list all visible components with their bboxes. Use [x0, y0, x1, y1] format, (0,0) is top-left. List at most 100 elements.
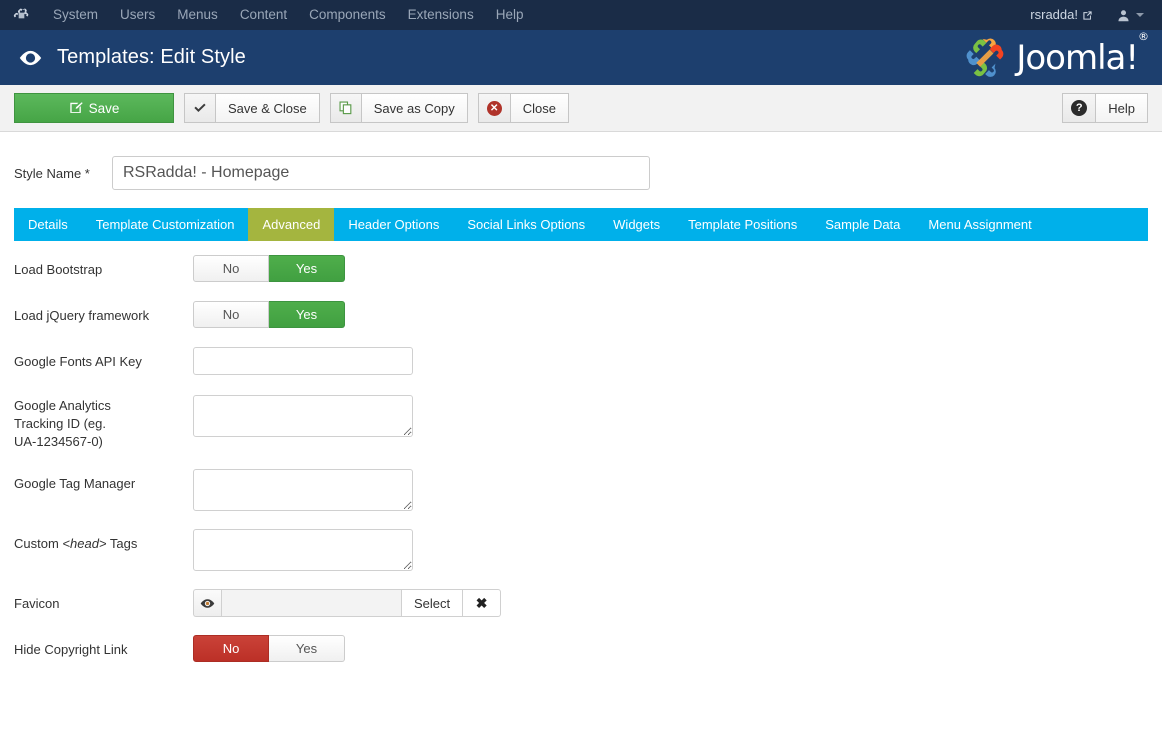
save-button[interactable]: Save	[14, 93, 174, 123]
load-bootstrap-option-no[interactable]: No	[193, 255, 269, 282]
tab-social-links-options[interactable]: Social Links Options	[453, 208, 599, 241]
user-icon	[1117, 9, 1130, 22]
favicon-select-button[interactable]: Select	[401, 589, 464, 617]
nav-item-system[interactable]: System	[42, 0, 109, 30]
tab-menu-assignment[interactable]: Menu Assignment	[914, 208, 1045, 241]
tab-template-customization[interactable]: Template Customization	[82, 208, 249, 241]
top-navigation-bar: System Users Menus Content Components Ex…	[0, 0, 1162, 30]
user-menu-button[interactable]	[1103, 9, 1150, 22]
help-icon-button[interactable]: ?	[1062, 93, 1097, 123]
load-bootstrap-option-yes[interactable]: Yes	[269, 255, 345, 282]
load-bootstrap-toggle: No Yes	[193, 255, 345, 282]
load-bootstrap-control: No Yes	[193, 255, 1148, 282]
save-copy-button-group: Save as Copy	[329, 93, 468, 123]
tab-advanced[interactable]: Advanced	[248, 208, 335, 241]
google-analytics-control	[193, 395, 1148, 437]
google-analytics-label: Google Analytics Tracking ID (eg. UA-123…	[14, 395, 193, 451]
joomla-wordmark: Joomla!®	[1016, 30, 1149, 78]
hide-copyright-link-toggle: No Yes	[193, 635, 345, 662]
google-fonts-api-key-control	[193, 347, 1148, 375]
chevron-down-icon	[1136, 13, 1144, 17]
hide-copyright-link-option-yes[interactable]: Yes	[269, 635, 345, 662]
custom-head-tags-label: Custom <head> Tags	[14, 529, 193, 553]
save-copy-icon-button[interactable]	[329, 93, 362, 123]
nav-item-help[interactable]: Help	[485, 0, 535, 30]
field-load-jquery: Load jQuery framework No Yes	[14, 301, 1148, 328]
google-analytics-label-line2: Tracking ID (eg.	[14, 416, 106, 431]
tab-header-options[interactable]: Header Options	[334, 208, 453, 241]
favicon-clear-button[interactable]: ✖	[463, 589, 502, 617]
tab-details[interactable]: Details	[14, 208, 82, 241]
close-button-group: ✕ Close	[477, 93, 569, 123]
field-custom-head-tags: Custom <head> Tags	[14, 529, 1148, 571]
save-button-group: Save	[14, 93, 174, 123]
joomla-logo: Joomla!®	[962, 30, 1149, 81]
google-analytics-label-line3: UA-1234567-0)	[14, 434, 103, 449]
field-load-bootstrap: Load Bootstrap No Yes	[14, 255, 1148, 282]
joomla-pinwheel-icon	[966, 37, 1004, 77]
load-jquery-option-no[interactable]: No	[193, 301, 269, 328]
custom-head-tags-label-suffix: Tags	[106, 536, 138, 551]
google-tag-manager-control	[193, 469, 1148, 511]
google-fonts-api-key-label: Google Fonts API Key	[14, 354, 142, 369]
save-button-label: Save	[88, 100, 120, 116]
save-close-button-group: Save & Close	[184, 93, 320, 123]
favicon-media-field: Select ✖	[193, 589, 1148, 617]
joomla-mark-icon[interactable]	[0, 0, 42, 30]
hide-copyright-link-control: No Yes	[193, 635, 1148, 662]
page-header: Templates: Edit Style Joomla!®	[0, 30, 1162, 85]
close-button[interactable]: Close	[510, 93, 569, 123]
check-icon	[193, 101, 207, 115]
external-link-icon	[1082, 10, 1093, 21]
tab-template-positions[interactable]: Template Positions	[674, 208, 811, 241]
nav-item-extensions[interactable]: Extensions	[397, 0, 485, 30]
google-tag-manager-textarea[interactable]	[193, 469, 413, 511]
tab-sample-data[interactable]: Sample Data	[811, 208, 914, 241]
favicon-path-input[interactable]	[221, 589, 401, 617]
editor-toolbar: Save Save & Close Save as Copy ✕ Close ?…	[0, 85, 1162, 132]
load-jquery-label: Load jQuery framework	[14, 308, 150, 323]
registered-mark: ®	[1138, 30, 1149, 44]
close-icon-button[interactable]: ✕	[477, 93, 511, 123]
nav-item-content[interactable]: Content	[229, 0, 298, 30]
hide-copyright-link-option-no[interactable]: No	[193, 635, 269, 662]
help-button[interactable]: Help	[1096, 93, 1148, 123]
style-name-input[interactable]	[112, 156, 650, 190]
visit-site-link[interactable]: rsradda!	[1020, 0, 1103, 30]
top-nav-right: rsradda!	[1020, 0, 1150, 30]
x-circle-icon: ✕	[486, 100, 502, 116]
save-close-icon-button[interactable]	[184, 93, 216, 123]
custom-head-tags-textarea[interactable]	[193, 529, 413, 571]
favicon-label: Favicon	[14, 596, 60, 611]
page-content: Style Name * Details Template Customizat…	[0, 132, 1162, 662]
load-bootstrap-label: Load Bootstrap	[14, 262, 103, 277]
help-button-label: Help	[1108, 100, 1135, 116]
save-close-label: Save & Close	[228, 100, 307, 116]
custom-head-tags-label-prefix: Custom	[14, 536, 63, 551]
save-close-button[interactable]: Save & Close	[216, 93, 320, 123]
close-button-label: Close	[522, 100, 556, 116]
question-circle-icon: ?	[1071, 100, 1088, 116]
field-google-fonts-api-key: Google Fonts API Key	[14, 347, 1148, 375]
advanced-options-form: Load Bootstrap No Yes Load jQuery framew…	[14, 241, 1148, 662]
google-fonts-api-key-input[interactable]	[193, 347, 413, 375]
field-hide-copyright-link: Hide Copyright Link No Yes	[14, 635, 1148, 662]
google-analytics-textarea[interactable]	[193, 395, 413, 437]
visit-site-label: rsradda!	[1030, 7, 1078, 22]
load-jquery-control: No Yes	[193, 301, 1148, 328]
style-name-row: Style Name *	[14, 132, 1148, 208]
joomla-wordmark-text: Joomla!	[1016, 37, 1139, 78]
favicon-preview-button[interactable]	[193, 589, 221, 617]
hide-copyright-link-label: Hide Copyright Link	[14, 642, 128, 657]
field-favicon: Favicon Select ✖	[14, 589, 1148, 617]
toolbar-right-group: ? Help	[1062, 93, 1148, 123]
save-copy-button[interactable]: Save as Copy	[361, 93, 468, 123]
google-tag-manager-label: Google Tag Manager	[14, 476, 136, 491]
copy-icon	[339, 101, 353, 115]
nav-item-components[interactable]: Components	[298, 0, 397, 30]
load-jquery-option-yes[interactable]: Yes	[269, 301, 345, 328]
tab-widgets[interactable]: Widgets	[599, 208, 674, 241]
nav-item-users[interactable]: Users	[109, 0, 166, 30]
eye-icon	[200, 598, 215, 609]
nav-item-menus[interactable]: Menus	[166, 0, 229, 30]
